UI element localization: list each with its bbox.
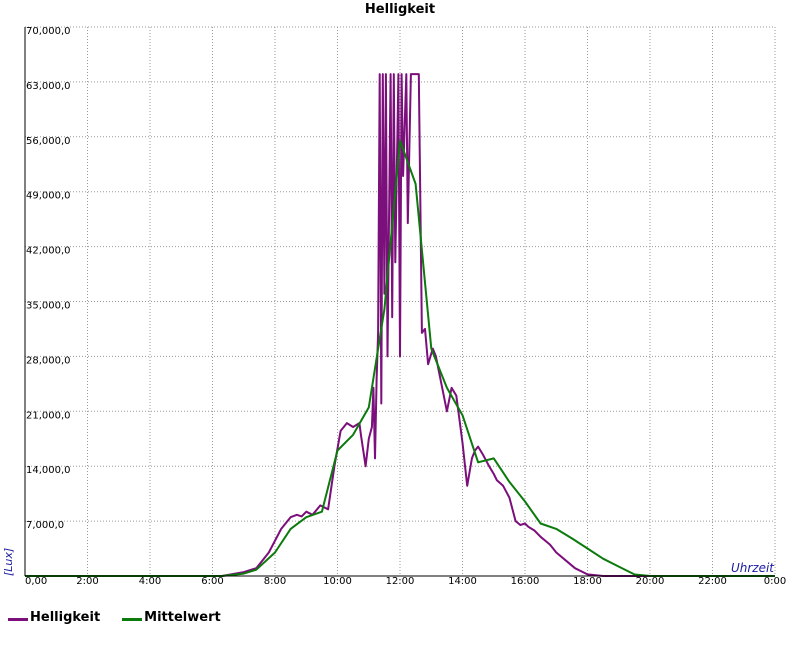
y-tick-label: 63,000,0	[26, 81, 71, 92]
line-chart: 0,00 2:00 4:00 6:00 8:00 10:00 12:00 14:00 16:00…	[0, 0, 800, 650]
y-tick-label: 49,000,0	[26, 191, 71, 202]
x-tick-label: 6:00	[201, 576, 223, 587]
legend-item-helligkeit: Helligkeit	[8, 610, 100, 625]
legend-swatch-mittelwert	[122, 618, 143, 621]
legend-item-mittelwert: Mittelwert	[122, 610, 221, 625]
x-tick-label: 20:00	[636, 576, 665, 587]
x-tick-label: 4:00	[139, 576, 161, 587]
x-tick-label: 12:00	[386, 576, 415, 587]
x-tick-label: 8:00	[264, 576, 286, 587]
y-tick-label: 14,000,0	[26, 465, 71, 476]
legend-label-mittelwert: Mittelwert	[144, 609, 221, 625]
x-tick-label: 18:00	[573, 576, 602, 587]
y-tick-label: 7,000,0	[26, 520, 64, 531]
y-tick-label: 21,000,0	[26, 410, 71, 421]
y-tick-label: 28,000,0	[26, 355, 71, 366]
x-tick-label: 16:00	[511, 576, 540, 587]
y-tick-label: 42,000,0	[26, 246, 71, 257]
x-tick-label: 14:00	[448, 576, 477, 587]
legend-label-helligkeit: Helligkeit	[30, 609, 101, 625]
x-tick-label: 0,00	[25, 576, 47, 587]
y-tick-label: 56,000,0	[26, 136, 71, 147]
legend-swatch-helligkeit	[8, 618, 28, 621]
y-axis-label: [Lux]	[2, 548, 15, 576]
x-tick-label: 0:00	[764, 576, 786, 587]
x-tick-label: 2:00	[76, 576, 98, 587]
x-axis-label: Uhrzeit	[731, 561, 775, 575]
chart-title: Helligkeit	[365, 2, 435, 17]
x-tick-label: 22:00	[698, 576, 727, 587]
x-tick-label: 10:00	[323, 576, 352, 587]
y-tick-label: 70,000,0	[26, 26, 71, 37]
y-tick-label: 35,000,0	[26, 301, 71, 312]
legend: Helligkeit Mittelwert	[8, 607, 243, 627]
chart: 0,00 2:00 4:00 6:00 8:00 10:00 12:00 14:00 16:00…	[0, 0, 800, 650]
